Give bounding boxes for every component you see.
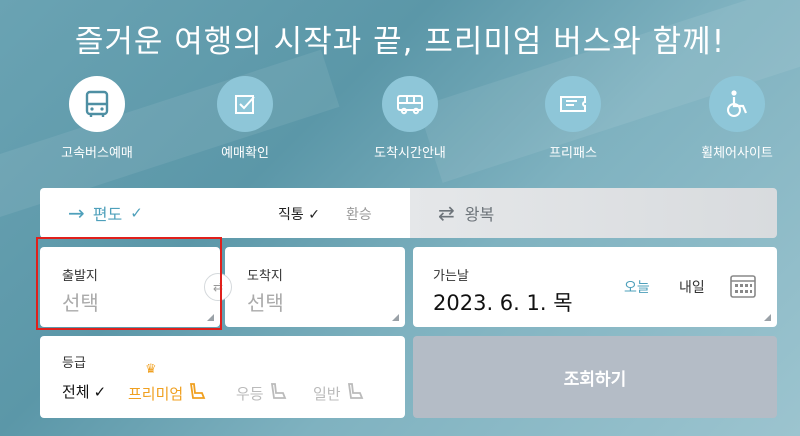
menu-label: 고속버스예매 (61, 146, 133, 161)
date-label: 가는날 (433, 269, 469, 284)
grade-option-standard[interactable]: 일반 (313, 381, 365, 405)
corner-triangle-icon (764, 314, 771, 321)
direct-option[interactable]: 직통 ✓ (278, 204, 320, 224)
page-headline: 즐거운 여행의 시작과 끝, 프리미엄 버스와 함께! (74, 24, 726, 60)
seat-icon (345, 381, 365, 405)
arrival-value: 선택 (247, 291, 284, 315)
wheelchair-icon (709, 76, 765, 132)
grade-option-deluxe[interactable]: 우등 (236, 381, 288, 405)
checkbox-icon (217, 76, 273, 132)
grade-label: 등급 (62, 356, 86, 371)
grade-option-label: 프리미엄 (128, 384, 184, 403)
grade-panel: 등급 (40, 336, 405, 418)
main-menu: 고속버스예매 예매확인 도착시간안내 프리패스 휠체어사이트 (0, 76, 800, 166)
menu-item-reservation-check[interactable]: 예매확인 (175, 76, 315, 161)
grade-option-label: 일반 (313, 384, 341, 403)
grade-option-premium[interactable]: 프리미엄 (128, 381, 207, 405)
departure-label: 출발지 (62, 269, 98, 284)
check-icon: ✓ (130, 204, 143, 222)
bus-icon (69, 76, 125, 132)
tomorrow-button[interactable]: 내일 (679, 277, 705, 297)
tab-oneway[interactable]: → 편도 ✓ 직통 ✓ 환승 (40, 188, 410, 238)
seat-icon (187, 381, 207, 405)
menu-label: 예매확인 (221, 146, 269, 161)
roundtrip-label: 왕복 (464, 205, 495, 224)
menu-item-free-pass[interactable]: 프리패스 (503, 76, 643, 161)
oneway-option: → 편도 ✓ (68, 201, 143, 225)
swap-icon: ⇄ (212, 280, 224, 294)
seat-icon (268, 381, 288, 405)
grade-option-label: 우등 (236, 384, 264, 403)
departure-value: 선택 (62, 291, 99, 315)
check-icon: ✓ (308, 207, 320, 223)
grade-option-all[interactable]: 전체 ✓ (62, 381, 106, 402)
menu-item-express-booking[interactable]: 고속버스예매 (27, 76, 167, 161)
ticket-icon (545, 76, 601, 132)
corner-triangle-icon (207, 314, 214, 321)
menu-label: 도착시간안내 (374, 146, 446, 161)
crown-icon: ♛ (145, 362, 157, 377)
menu-item-wheelchair[interactable]: 휠체어사이트 (667, 76, 800, 161)
swap-button[interactable]: ⇄ (204, 273, 232, 301)
bus-front-icon (382, 76, 438, 132)
tab-roundtrip[interactable]: ⇄ 왕복 (410, 188, 777, 238)
menu-item-arrival-time[interactable]: 도착시간안내 (340, 76, 480, 161)
transfer-option[interactable]: 환승 (346, 204, 372, 224)
menu-label: 휠체어사이트 (701, 146, 773, 161)
trip-type-panel: → 편도 ✓ 직통 ✓ 환승 ⇄ 왕복 (40, 188, 777, 238)
arrival-label: 도착지 (247, 269, 283, 284)
grade-option-label: 전체 (62, 383, 90, 401)
arrow-right-icon: → (68, 201, 85, 225)
menu-label: 프리패스 (549, 146, 597, 161)
date-value: 2023. 6. 1. 목 (433, 291, 573, 315)
transfer-label: 환승 (346, 207, 372, 223)
date-field[interactable]: 가는날 2023. 6. 1. 목 오늘 내일 (413, 247, 777, 327)
calendar-icon[interactable] (729, 272, 757, 300)
swap-arrows-icon: ⇄ (438, 201, 455, 225)
departure-field[interactable]: 출발지 선택 (40, 247, 220, 327)
oneway-label: 편도 (92, 205, 123, 224)
arrival-field[interactable]: 도착지 선택 (225, 247, 405, 327)
corner-triangle-icon (392, 314, 399, 321)
today-button[interactable]: 오늘 (624, 277, 650, 297)
check-icon: ✓ (93, 382, 107, 401)
search-button[interactable]: 조회하기 (413, 336, 777, 418)
direct-label: 직통 (278, 207, 304, 223)
